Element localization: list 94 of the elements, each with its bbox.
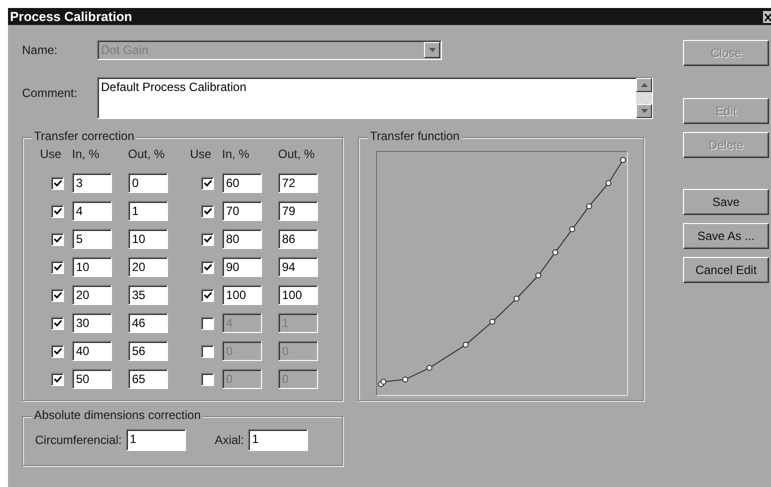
use-checkbox[interactable] [201,316,214,330]
down-arrow-icon [640,109,648,113]
input-field[interactable]: 40 [72,341,112,361]
input-field[interactable]: 50 [72,369,112,389]
dialog-button[interactable]: Save [683,189,769,215]
checkmark-icon [204,236,212,242]
checkmark-icon [54,236,62,242]
use-checkbox[interactable] [201,260,214,274]
use-checkbox[interactable] [51,260,64,274]
curve-point[interactable] [402,376,408,382]
scroll-down-button[interactable] [636,104,652,118]
checkmark-icon [54,320,62,326]
use-checkbox[interactable] [201,204,214,218]
input-field[interactable]: 1 [248,429,308,451]
input-field[interactable]: 46 [128,313,168,333]
use-checkbox[interactable] [51,176,64,190]
curve-point[interactable] [462,342,469,348]
curve-point[interactable] [489,318,496,325]
group-title: Absolute dimensions correction [32,408,203,422]
input-field[interactable]: 70 [222,201,262,221]
window-title: Process Calibration [10,9,132,24]
use-checkbox[interactable] [51,372,64,386]
input-field[interactable]: 79 [278,201,318,221]
curve-point[interactable] [569,226,576,232]
use-checkbox[interactable] [201,232,214,246]
input-field[interactable]: 10 [128,229,168,249]
column-header: Use [40,147,62,161]
input-field[interactable]: 86 [278,229,318,249]
use-checkbox[interactable] [201,176,214,190]
curve-point[interactable] [535,272,542,278]
input-field[interactable]: 4 [72,201,112,221]
checkmark-icon [204,208,212,214]
input-field[interactable]: 90 [222,257,262,277]
curve-point[interactable] [552,249,558,256]
column-header: In, % [222,147,250,161]
scrollbar[interactable] [636,78,652,118]
input-field[interactable]: 80 [222,229,262,249]
input-field[interactable]: 1 [126,429,186,451]
column-header: Out, % [128,147,166,161]
column-header: In, % [72,147,100,161]
input-field[interactable]: 5 [72,229,112,249]
input-field[interactable]: 20 [72,285,112,305]
input-field[interactable]: 1 [128,201,168,221]
dialog-button[interactable]: Save As ... [683,223,769,249]
checkmark-icon [54,376,62,382]
field-label: Circumferencial: [35,433,122,447]
comment-field[interactable]: Default Process Calibration [97,77,653,119]
checkmark-icon [204,264,212,270]
input-field[interactable]: 0 [128,173,168,193]
checkmark-icon [54,348,62,354]
checkmark-icon [54,292,62,298]
use-checkbox[interactable] [201,344,214,358]
input-field[interactable]: 60 [222,173,262,193]
close-icon[interactable] [763,10,771,22]
input-field[interactable]: 10 [72,257,112,277]
dialog-button[interactable]: Cancel Edit [683,257,769,283]
use-checkbox[interactable] [51,204,64,218]
checkmark-icon [54,264,62,270]
input-field[interactable]: 3 [72,173,112,193]
column-header: Out, % [278,147,316,161]
use-checkbox[interactable] [51,232,64,246]
checkmark-icon [204,292,212,298]
use-checkbox[interactable] [51,288,64,302]
checkmark-icon [204,180,212,186]
use-checkbox[interactable] [51,344,64,358]
curve-point[interactable] [426,364,432,371]
comment-label: Comment: [22,85,78,100]
input-field[interactable]: 30 [72,313,112,333]
group-title: Transfer correction [32,129,136,143]
column-header: Use [190,147,212,161]
input-field[interactable]: 20 [128,257,168,277]
field-label: Axial: [214,433,244,447]
use-checkbox[interactable] [201,288,214,302]
input-field[interactable]: 72 [278,173,318,193]
curve-point[interactable] [380,378,386,385]
curve-point[interactable] [586,203,592,210]
up-arrow-icon [640,83,648,87]
checkmark-icon [54,180,62,186]
input-field[interactable]: 65 [128,369,168,389]
scroll-up-button[interactable] [636,78,652,92]
input-field[interactable]: 56 [128,341,168,361]
curve-point[interactable] [620,157,626,163]
use-checkbox[interactable] [51,316,64,330]
input-field[interactable]: 100 [278,285,318,305]
input-field[interactable]: 35 [128,285,168,305]
curve-point[interactable] [605,180,612,186]
name-label: Name: [22,42,58,57]
input-field[interactable]: 100 [222,285,262,305]
group-title: Transfer function [368,129,462,143]
curve-point[interactable] [514,296,520,302]
caret-icon [428,48,436,52]
input-field[interactable]: 94 [278,257,318,277]
use-checkbox[interactable] [201,372,214,386]
checkmark-icon [54,208,62,214]
